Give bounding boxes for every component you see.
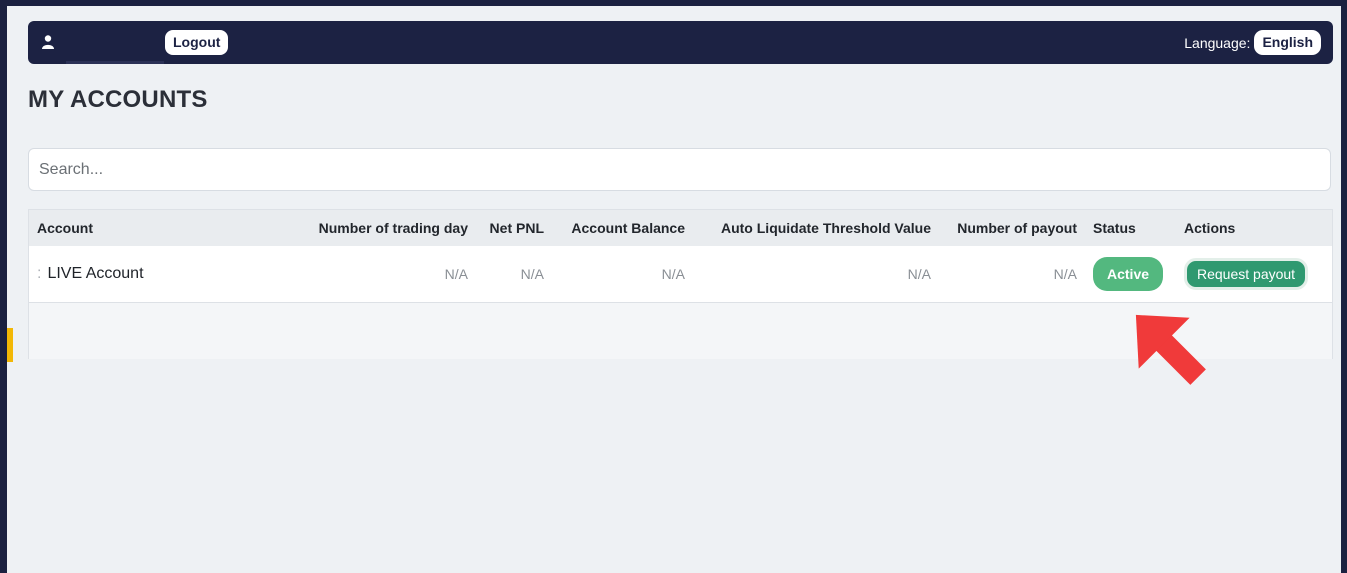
table-row: : LIVE Account N/A N/A N/A N/A N/A Active… <box>29 246 1332 302</box>
header-trading-days[interactable]: Number of trading day <box>285 210 476 246</box>
account-balance-cell: N/A <box>661 265 685 282</box>
top-bar: Logout Language: English <box>28 21 1333 64</box>
account-marker: : <box>37 264 42 282</box>
page-title: MY ACCOUNTS <box>28 86 208 113</box>
threshold-cell: N/A <box>907 265 931 282</box>
search-input[interactable] <box>28 148 1331 191</box>
header-net-pnl[interactable]: Net PNL <box>476 210 552 246</box>
trading-days-cell: N/A <box>444 265 468 282</box>
request-payout-button[interactable]: Request payout <box>1184 257 1309 290</box>
username-placeholder <box>66 61 164 64</box>
language-selector: Language: English <box>1184 30 1321 55</box>
header-account-balance[interactable]: Account Balance <box>552 210 693 246</box>
table-header-row: Account Number of trading day Net PNL Ac… <box>29 210 1332 246</box>
header-number-payout[interactable]: Number of payout <box>939 210 1085 246</box>
header-threshold[interactable]: Auto Liquidate Threshold Value <box>693 210 939 246</box>
header-actions: Actions <box>1184 220 1236 236</box>
user-icon[interactable] <box>40 34 56 50</box>
language-label: Language: <box>1184 34 1251 51</box>
page: Logout Language: English MY ACCOUNTS Acc… <box>7 6 1341 573</box>
account-cell: : LIVE Account <box>29 246 285 302</box>
actions-cell: Request payout <box>1176 246 1332 302</box>
language-button[interactable]: English <box>1254 30 1321 55</box>
net-pnl-cell: N/A <box>520 265 544 282</box>
account-name: LIVE Account <box>47 264 144 282</box>
logout-button[interactable]: Logout <box>165 30 229 55</box>
side-accent <box>7 328 13 362</box>
status-cell: Active <box>1085 246 1176 302</box>
status-badge: Active <box>1093 256 1164 291</box>
header-account[interactable]: Account <box>29 210 285 246</box>
arrow-up-right-icon <box>1135 314 1206 385</box>
number-payout-cell: N/A <box>1053 265 1077 282</box>
header-status[interactable]: Status <box>1085 210 1176 246</box>
